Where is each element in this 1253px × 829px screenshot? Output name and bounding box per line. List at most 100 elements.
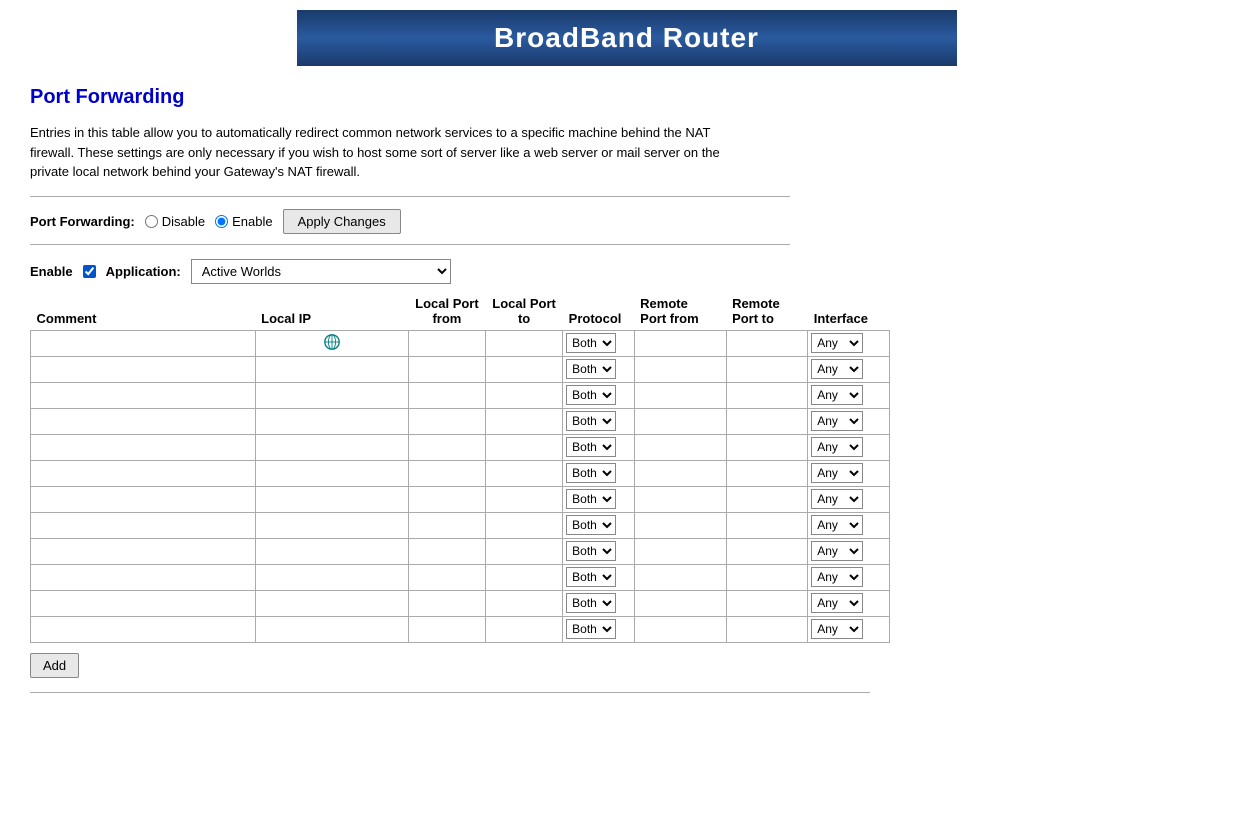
input-rpfrom[interactable] xyxy=(638,415,723,429)
input-localip[interactable] xyxy=(259,519,405,533)
select-protocol[interactable]: BothTCPUDP xyxy=(566,437,616,457)
select-interface[interactable]: AnyWANLAN xyxy=(811,489,863,509)
select-protocol[interactable]: BothTCPUDP xyxy=(566,463,616,483)
input-lpfrom[interactable] xyxy=(412,519,482,533)
select-interface[interactable]: AnyWANLAN xyxy=(811,463,863,483)
disable-radio[interactable] xyxy=(145,215,158,228)
input-rpfrom[interactable] xyxy=(638,467,723,481)
select-interface[interactable]: AnyWANLAN xyxy=(811,437,863,457)
input-comment[interactable] xyxy=(34,493,252,507)
input-localip[interactable] xyxy=(259,623,405,637)
input-rpto[interactable] xyxy=(730,441,805,455)
input-rpto[interactable] xyxy=(730,545,805,559)
input-lpto[interactable] xyxy=(489,571,559,585)
input-comment[interactable] xyxy=(34,545,252,559)
input-rpfrom[interactable] xyxy=(638,363,723,377)
input-rpfrom[interactable] xyxy=(638,597,723,611)
input-rpto[interactable] xyxy=(730,467,805,481)
input-rpto[interactable] xyxy=(730,597,805,611)
input-lpfrom[interactable] xyxy=(412,597,482,611)
input-localip[interactable] xyxy=(259,363,405,377)
input-rpto[interactable] xyxy=(730,363,805,377)
input-localip[interactable] xyxy=(259,545,405,559)
add-button[interactable]: Add xyxy=(30,653,79,678)
input-localip[interactable] xyxy=(259,493,405,507)
input-rpto[interactable] xyxy=(730,519,805,533)
select-interface[interactable]: AnyWANLAN xyxy=(811,541,863,561)
input-comment[interactable] xyxy=(34,467,252,481)
enable-checkbox[interactable] xyxy=(83,265,96,278)
input-lpto[interactable] xyxy=(489,363,559,377)
input-lpfrom[interactable] xyxy=(412,363,482,377)
input-lpto[interactable] xyxy=(489,467,559,481)
input-comment[interactable] xyxy=(34,337,252,351)
input-lpfrom[interactable] xyxy=(412,545,482,559)
input-rpfrom[interactable] xyxy=(638,389,723,403)
input-rpfrom[interactable] xyxy=(638,545,723,559)
input-lpfrom[interactable] xyxy=(412,441,482,455)
input-localip[interactable] xyxy=(259,597,405,611)
input-localip[interactable] xyxy=(259,415,405,429)
select-interface[interactable]: AnyWANLAN xyxy=(811,385,863,405)
input-lpfrom[interactable] xyxy=(412,389,482,403)
input-lpto[interactable] xyxy=(489,493,559,507)
input-localip[interactable] xyxy=(259,467,405,481)
input-comment[interactable] xyxy=(34,389,252,403)
select-interface[interactable]: AnyWANLAN xyxy=(811,411,863,431)
input-comment[interactable] xyxy=(34,519,252,533)
input-comment[interactable] xyxy=(34,441,252,455)
select-protocol[interactable]: BothTCPUDP xyxy=(566,385,616,405)
input-localip[interactable] xyxy=(259,389,405,403)
input-lpfrom[interactable] xyxy=(412,337,482,351)
input-comment[interactable] xyxy=(34,597,252,611)
input-rpfrom[interactable] xyxy=(638,493,723,507)
select-protocol[interactable]: BothTCPUDP xyxy=(566,593,616,613)
input-rpto[interactable] xyxy=(730,571,805,585)
input-localip[interactable] xyxy=(259,441,405,455)
select-interface[interactable]: AnyWANLAN xyxy=(811,359,863,379)
select-interface[interactable]: AnyWANLAN xyxy=(811,567,863,587)
input-rpto[interactable] xyxy=(730,623,805,637)
input-lpto[interactable] xyxy=(489,623,559,637)
input-lpto[interactable] xyxy=(489,415,559,429)
select-interface[interactable]: AnyWANLAN xyxy=(811,515,863,535)
input-rpto[interactable] xyxy=(730,415,805,429)
input-lpto[interactable] xyxy=(489,545,559,559)
select-protocol[interactable]: BothTCPUDP xyxy=(566,359,616,379)
input-lpto[interactable] xyxy=(489,519,559,533)
select-protocol[interactable]: BothTCPUDP xyxy=(566,411,616,431)
input-rpto[interactable] xyxy=(730,493,805,507)
input-comment[interactable] xyxy=(34,415,252,429)
select-protocol[interactable]: BothTCPUDP xyxy=(566,567,616,587)
input-rpfrom[interactable] xyxy=(638,441,723,455)
apply-changes-button[interactable]: Apply Changes xyxy=(283,209,401,234)
select-protocol[interactable]: BothTCPUDP xyxy=(566,541,616,561)
input-localip[interactable] xyxy=(259,571,405,585)
select-interface[interactable]: AnyWANLAN xyxy=(811,593,863,613)
input-lpfrom[interactable] xyxy=(412,467,482,481)
input-comment[interactable] xyxy=(34,363,252,377)
application-select[interactable]: Active WorldsAIM TalkDNSFTPHTTPHTTPSICQI… xyxy=(191,259,451,284)
input-lpto[interactable] xyxy=(489,597,559,611)
input-rpfrom[interactable] xyxy=(638,623,723,637)
input-comment[interactable] xyxy=(34,623,252,637)
input-rpfrom[interactable] xyxy=(638,519,723,533)
select-protocol[interactable]: BothTCPUDP xyxy=(566,333,616,353)
select-interface[interactable]: AnyWANLAN xyxy=(811,619,863,639)
select-protocol[interactable]: BothTCPUDP xyxy=(566,515,616,535)
select-interface[interactable]: AnyWANLAN xyxy=(811,333,863,353)
input-rpfrom[interactable] xyxy=(638,337,723,351)
input-lpto[interactable] xyxy=(489,389,559,403)
input-lpfrom[interactable] xyxy=(412,623,482,637)
input-comment[interactable] xyxy=(34,571,252,585)
enable-radio[interactable] xyxy=(215,215,228,228)
input-lpfrom[interactable] xyxy=(412,571,482,585)
input-lpto[interactable] xyxy=(489,441,559,455)
input-rpfrom[interactable] xyxy=(638,571,723,585)
input-rpto[interactable] xyxy=(730,389,805,403)
input-lpto[interactable] xyxy=(489,337,559,351)
input-lpfrom[interactable] xyxy=(412,493,482,507)
select-protocol[interactable]: BothTCPUDP xyxy=(566,619,616,639)
input-lpfrom[interactable] xyxy=(412,415,482,429)
select-protocol[interactable]: BothTCPUDP xyxy=(566,489,616,509)
